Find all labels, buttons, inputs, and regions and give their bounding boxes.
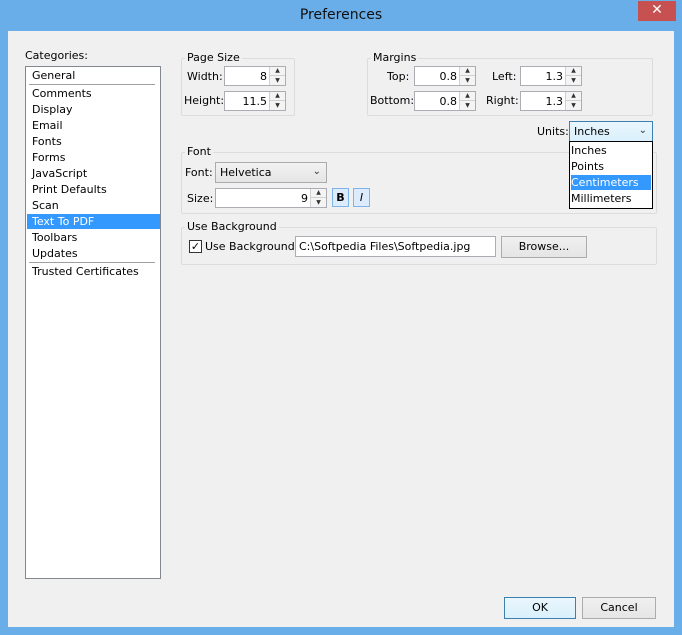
chevron-down-icon: ⌄ bbox=[638, 125, 647, 136]
categories-list[interactable]: General Comments Display Email Fonts For… bbox=[25, 66, 161, 579]
ok-button[interactable]: OK bbox=[504, 597, 576, 619]
units-option-points[interactable]: Points bbox=[571, 159, 651, 174]
left-margin-label: Left: bbox=[492, 70, 517, 83]
category-trusted-certificates[interactable]: Trusted Certificates bbox=[27, 264, 160, 279]
spin-down-icon[interactable]: ▼ bbox=[460, 101, 475, 110]
bottom-margin-spinner[interactable]: 0.8 ▲ ▼ bbox=[414, 91, 476, 111]
categories-label: Categories: bbox=[25, 49, 88, 62]
checkmark-icon: ✓ bbox=[190, 240, 201, 253]
height-label: Height: bbox=[184, 94, 225, 107]
width-value: 8 bbox=[260, 70, 267, 83]
width-spinner[interactable]: 8 ▲ ▼ bbox=[224, 66, 286, 86]
units-dropdown-list[interactable]: Inches Points Centimeters Millimeters bbox=[569, 141, 653, 209]
size-label: Size: bbox=[187, 192, 214, 205]
spin-down-icon[interactable]: ▼ bbox=[311, 198, 326, 207]
category-general[interactable]: General bbox=[27, 68, 160, 83]
category-text-to-pdf[interactable]: Text To PDF bbox=[27, 214, 160, 229]
bottom-margin-value: 0.8 bbox=[439, 95, 458, 108]
spin-up-icon[interactable]: ▲ bbox=[566, 67, 581, 76]
use-background-label: Use Background: bbox=[205, 240, 299, 253]
background-path-input[interactable]: C:\Softpedia Files\Softpedia.jpg bbox=[295, 236, 496, 257]
bottom-margin-label: Bottom: bbox=[370, 94, 415, 107]
cancel-button[interactable]: Cancel bbox=[582, 597, 656, 619]
top-margin-spinner[interactable]: 0.8 ▲ ▼ bbox=[414, 66, 476, 86]
margins-group bbox=[367, 58, 653, 116]
top-margin-value: 0.8 bbox=[439, 70, 458, 83]
font-size-spinner[interactable]: 9 ▲ ▼ bbox=[215, 188, 327, 208]
background-group-label: Use Background bbox=[185, 220, 279, 233]
right-margin-spinner[interactable]: 1.3 ▲ ▼ bbox=[520, 91, 582, 111]
spin-down-icon[interactable]: ▼ bbox=[270, 76, 285, 85]
units-option-centimeters[interactable]: Centimeters bbox=[571, 175, 651, 190]
margins-group-label: Margins bbox=[371, 51, 419, 64]
spin-up-icon[interactable]: ▲ bbox=[270, 92, 285, 101]
use-background-checkbox[interactable]: ✓ bbox=[189, 240, 202, 253]
units-select[interactable]: Inches ⌄ bbox=[569, 121, 653, 142]
spin-up-icon[interactable]: ▲ bbox=[460, 92, 475, 101]
units-value: Inches bbox=[574, 125, 610, 138]
spin-down-icon[interactable]: ▼ bbox=[460, 76, 475, 85]
units-label: Units: bbox=[537, 125, 569, 138]
spin-down-icon[interactable]: ▼ bbox=[566, 101, 581, 110]
category-separator bbox=[29, 262, 155, 263]
bold-toggle[interactable]: B bbox=[332, 188, 349, 207]
category-comments[interactable]: Comments bbox=[27, 86, 160, 101]
category-display[interactable]: Display bbox=[27, 102, 160, 117]
category-javascript[interactable]: JavaScript bbox=[27, 166, 160, 181]
left-margin-value: 1.3 bbox=[545, 70, 564, 83]
height-value: 11.5 bbox=[242, 95, 268, 108]
category-scan[interactable]: Scan bbox=[27, 198, 160, 213]
spin-down-icon[interactable]: ▼ bbox=[270, 101, 285, 110]
width-label: Width: bbox=[187, 70, 223, 83]
category-forms[interactable]: Forms bbox=[27, 150, 160, 165]
height-spinner[interactable]: 11.5 ▲ ▼ bbox=[224, 91, 286, 111]
top-margin-label: Top: bbox=[387, 70, 410, 83]
dialog-body: Categories: General Comments Display Ema… bbox=[8, 31, 674, 627]
browse-button[interactable]: Browse... bbox=[501, 236, 587, 258]
spin-up-icon[interactable]: ▲ bbox=[311, 189, 326, 198]
category-fonts[interactable]: Fonts bbox=[27, 134, 160, 149]
category-print-defaults[interactable]: Print Defaults bbox=[27, 182, 160, 197]
chevron-down-icon: ⌄ bbox=[312, 166, 321, 177]
italic-toggle[interactable]: I bbox=[353, 188, 370, 207]
spin-up-icon[interactable]: ▲ bbox=[566, 92, 581, 101]
units-option-millimeters[interactable]: Millimeters bbox=[571, 191, 651, 206]
right-margin-label: Right: bbox=[486, 94, 519, 107]
units-option-inches[interactable]: Inches bbox=[571, 143, 651, 158]
font-label: Font: bbox=[185, 166, 213, 179]
category-separator bbox=[29, 84, 155, 85]
font-size-value: 9 bbox=[301, 192, 308, 205]
category-updates[interactable]: Updates bbox=[27, 246, 160, 261]
close-icon: ✕ bbox=[651, 2, 663, 18]
category-email[interactable]: Email bbox=[27, 118, 160, 133]
close-button[interactable]: ✕ bbox=[638, 1, 676, 21]
spin-up-icon[interactable]: ▲ bbox=[460, 67, 475, 76]
spin-down-icon[interactable]: ▼ bbox=[566, 76, 581, 85]
preferences-window: Preferences ✕ Categories: General Commen… bbox=[0, 0, 682, 635]
title-bar[interactable]: Preferences ✕ bbox=[0, 0, 682, 30]
page-size-group-label: Page Size bbox=[185, 51, 242, 64]
font-value: Helvetica bbox=[220, 166, 272, 179]
background-path-value: C:\Softpedia Files\Softpedia.jpg bbox=[299, 240, 471, 253]
window-title: Preferences bbox=[299, 7, 383, 23]
category-toolbars[interactable]: Toolbars bbox=[27, 230, 160, 245]
left-margin-spinner[interactable]: 1.3 ▲ ▼ bbox=[520, 66, 582, 86]
font-group-label: Font bbox=[185, 145, 213, 158]
right-margin-value: 1.3 bbox=[545, 95, 564, 108]
spin-up-icon[interactable]: ▲ bbox=[270, 67, 285, 76]
font-select[interactable]: Helvetica ⌄ bbox=[215, 162, 327, 183]
